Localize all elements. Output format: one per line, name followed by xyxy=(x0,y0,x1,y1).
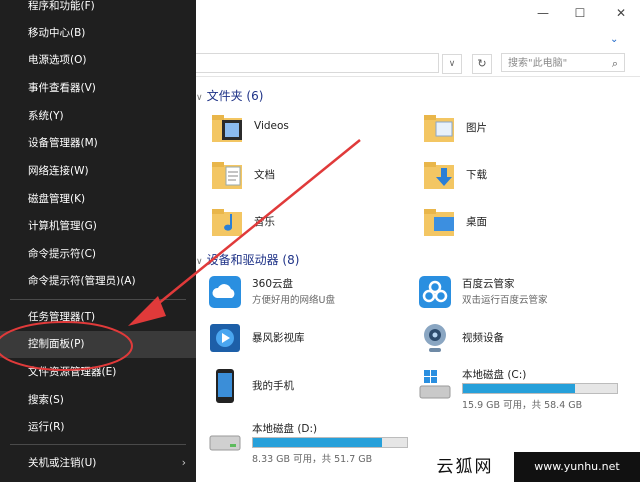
device-item-baidu-cloud[interactable]: 百度云管家 双击运行百度云管家 xyxy=(410,272,610,314)
downloads-folder-icon xyxy=(424,162,454,189)
folder-name: 图片 xyxy=(466,122,487,134)
folders-group-header[interactable]: ∨ 文件夹 (6) xyxy=(196,87,263,104)
device-item-local-disk-c[interactable]: 本地磁盘 (C:) 15.9 GB 可用，共 58.4 GB xyxy=(410,364,618,411)
device-name: 我的手机 xyxy=(252,380,294,392)
devices-group-header[interactable]: ∨ 设备和驱动器 (8) xyxy=(196,251,299,268)
device-name: 视频设备 xyxy=(462,332,504,344)
menu-item-device-manager[interactable]: 设备管理器(M) xyxy=(0,130,196,157)
menu-item-computer-management[interactable]: 计算机管理(G) xyxy=(0,213,196,240)
folder-name: 下载 xyxy=(466,169,487,181)
device-description: 双击运行百度云管家 xyxy=(462,295,548,306)
address-dropdown-button[interactable]: ∨ xyxy=(442,54,462,74)
menu-item-file-explorer[interactable]: 文件资源管理器(E) xyxy=(0,359,196,386)
search-input[interactable]: 搜索"此电脑" ⌕ xyxy=(501,53,625,72)
search-placeholder: 搜索"此电脑" xyxy=(508,58,568,69)
folder-item-desktop[interactable]: 桌面 xyxy=(414,202,614,244)
baidu-cloud-icon xyxy=(419,276,451,308)
device-item-360-cloud[interactable]: 360云盘 方便好用的网络U盘 xyxy=(200,272,400,314)
menu-item-shutdown-signout[interactable]: 关机或注销(U) › xyxy=(0,450,196,477)
device-name: 本地磁盘 (D:) xyxy=(252,423,318,435)
webcam-icon xyxy=(424,324,446,352)
menu-item-command-prompt-admin[interactable]: 命令提示符(管理员)(A) xyxy=(0,268,196,295)
documents-folder-icon xyxy=(212,162,242,189)
chevron-right-icon: › xyxy=(181,457,186,469)
menu-item-command-prompt[interactable]: 命令提示符(C) xyxy=(0,241,196,268)
device-name: 360云盘 xyxy=(252,278,294,290)
menu-separator xyxy=(10,444,186,445)
menu-item-task-manager[interactable]: 任务管理器(T) xyxy=(0,304,196,331)
device-item-local-disk-d[interactable]: 本地磁盘 (D:) 8.33 GB 可用，共 51.7 GB xyxy=(200,418,408,465)
menu-item-system[interactable]: 系统(Y) xyxy=(0,103,196,130)
phone-icon xyxy=(216,369,234,403)
drive-usage-fill xyxy=(463,384,576,393)
folder-item-videos[interactable]: Videos xyxy=(202,108,402,150)
drive-usage-bar xyxy=(252,437,408,448)
watermark-logo-text: 云狐网 xyxy=(416,452,514,482)
chevron-down-icon: ∨ xyxy=(196,93,203,103)
folder-name: 桌面 xyxy=(466,216,487,228)
menu-item-network-connections[interactable]: 网络连接(W) xyxy=(0,158,196,185)
device-name: 暴风影视库 xyxy=(252,332,305,344)
device-description: 方便好用的网络U盘 xyxy=(252,295,335,306)
cloud-360-icon xyxy=(209,276,241,308)
folder-name: 音乐 xyxy=(254,216,275,228)
watermark-url: www.yunhu.net xyxy=(514,452,640,482)
folder-name: Videos xyxy=(254,120,289,132)
menu-item-search[interactable]: 搜索(S) xyxy=(0,387,196,414)
hard-drive-icon xyxy=(209,435,241,451)
file-explorer-window: — ☐ ✕ ⌄ ∨ ↻ 搜索"此电脑" ⌕ ∨ 文件夹 (6) Videos 图片 xyxy=(196,0,640,482)
drive-free-space: 8.33 GB 可用，共 51.7 GB xyxy=(252,454,373,465)
videos-folder-icon xyxy=(212,115,242,142)
menu-item-run[interactable]: 运行(R) xyxy=(0,414,196,441)
chevron-down-icon[interactable]: ⌄ xyxy=(610,34,618,45)
folder-name: 文档 xyxy=(254,169,275,181)
menu-item-control-panel[interactable]: 控制面板(P) xyxy=(0,331,196,358)
search-icon: ⌕ xyxy=(611,57,618,70)
folder-item-downloads[interactable]: 下载 xyxy=(414,155,614,197)
windows-drive-icon xyxy=(419,370,451,399)
device-name: 本地磁盘 (C:) xyxy=(462,369,527,381)
device-item-baofeng[interactable]: 暴风影视库 xyxy=(200,318,400,360)
menu-item-disk-management[interactable]: 磁盘管理(K) xyxy=(0,186,196,213)
menu-item-programs-features[interactable]: 程序和功能(F) xyxy=(0,0,196,20)
minimize-button[interactable]: — xyxy=(530,2,556,24)
desktop-folder-icon xyxy=(424,209,454,236)
drive-usage-fill xyxy=(253,438,383,447)
menu-item-label: 关机或注销(U) xyxy=(28,457,97,469)
maximize-button[interactable]: ☐ xyxy=(567,2,593,24)
folder-item-pictures[interactable]: 图片 xyxy=(414,108,614,150)
device-item-my-phone[interactable]: 我的手机 xyxy=(200,366,400,408)
baofeng-icon xyxy=(210,324,240,352)
winx-menu: 程序和功能(F) 移动中心(B) 电源选项(O) 事件查看器(V) 系统(Y) … xyxy=(0,0,196,482)
folders-group-title: 文件夹 (6) xyxy=(206,89,264,103)
menu-item-event-viewer[interactable]: 事件查看器(V) xyxy=(0,75,196,102)
music-folder-icon xyxy=(212,209,242,236)
menu-item-mobility-center[interactable]: 移动中心(B) xyxy=(0,20,196,47)
refresh-button[interactable]: ↻ xyxy=(472,54,492,74)
pictures-folder-icon xyxy=(424,115,454,142)
folder-item-documents[interactable]: 文档 xyxy=(202,155,402,197)
navigation-bar: ∨ ↻ 搜索"此电脑" ⌕ xyxy=(196,50,640,77)
close-button[interactable]: ✕ xyxy=(608,2,634,24)
drive-usage-bar xyxy=(462,383,618,394)
device-item-video-device[interactable]: 视频设备 xyxy=(410,318,610,360)
menu-separator xyxy=(10,299,186,300)
menu-item-power-options[interactable]: 电源选项(O) xyxy=(0,47,196,74)
chevron-down-icon: ∨ xyxy=(196,257,203,267)
devices-group-title: 设备和驱动器 (8) xyxy=(206,253,300,267)
drive-free-space: 15.9 GB 可用，共 58.4 GB xyxy=(462,400,583,411)
folder-item-music[interactable]: 音乐 xyxy=(202,202,402,244)
device-name: 百度云管家 xyxy=(462,278,515,290)
address-bar[interactable] xyxy=(196,53,439,73)
